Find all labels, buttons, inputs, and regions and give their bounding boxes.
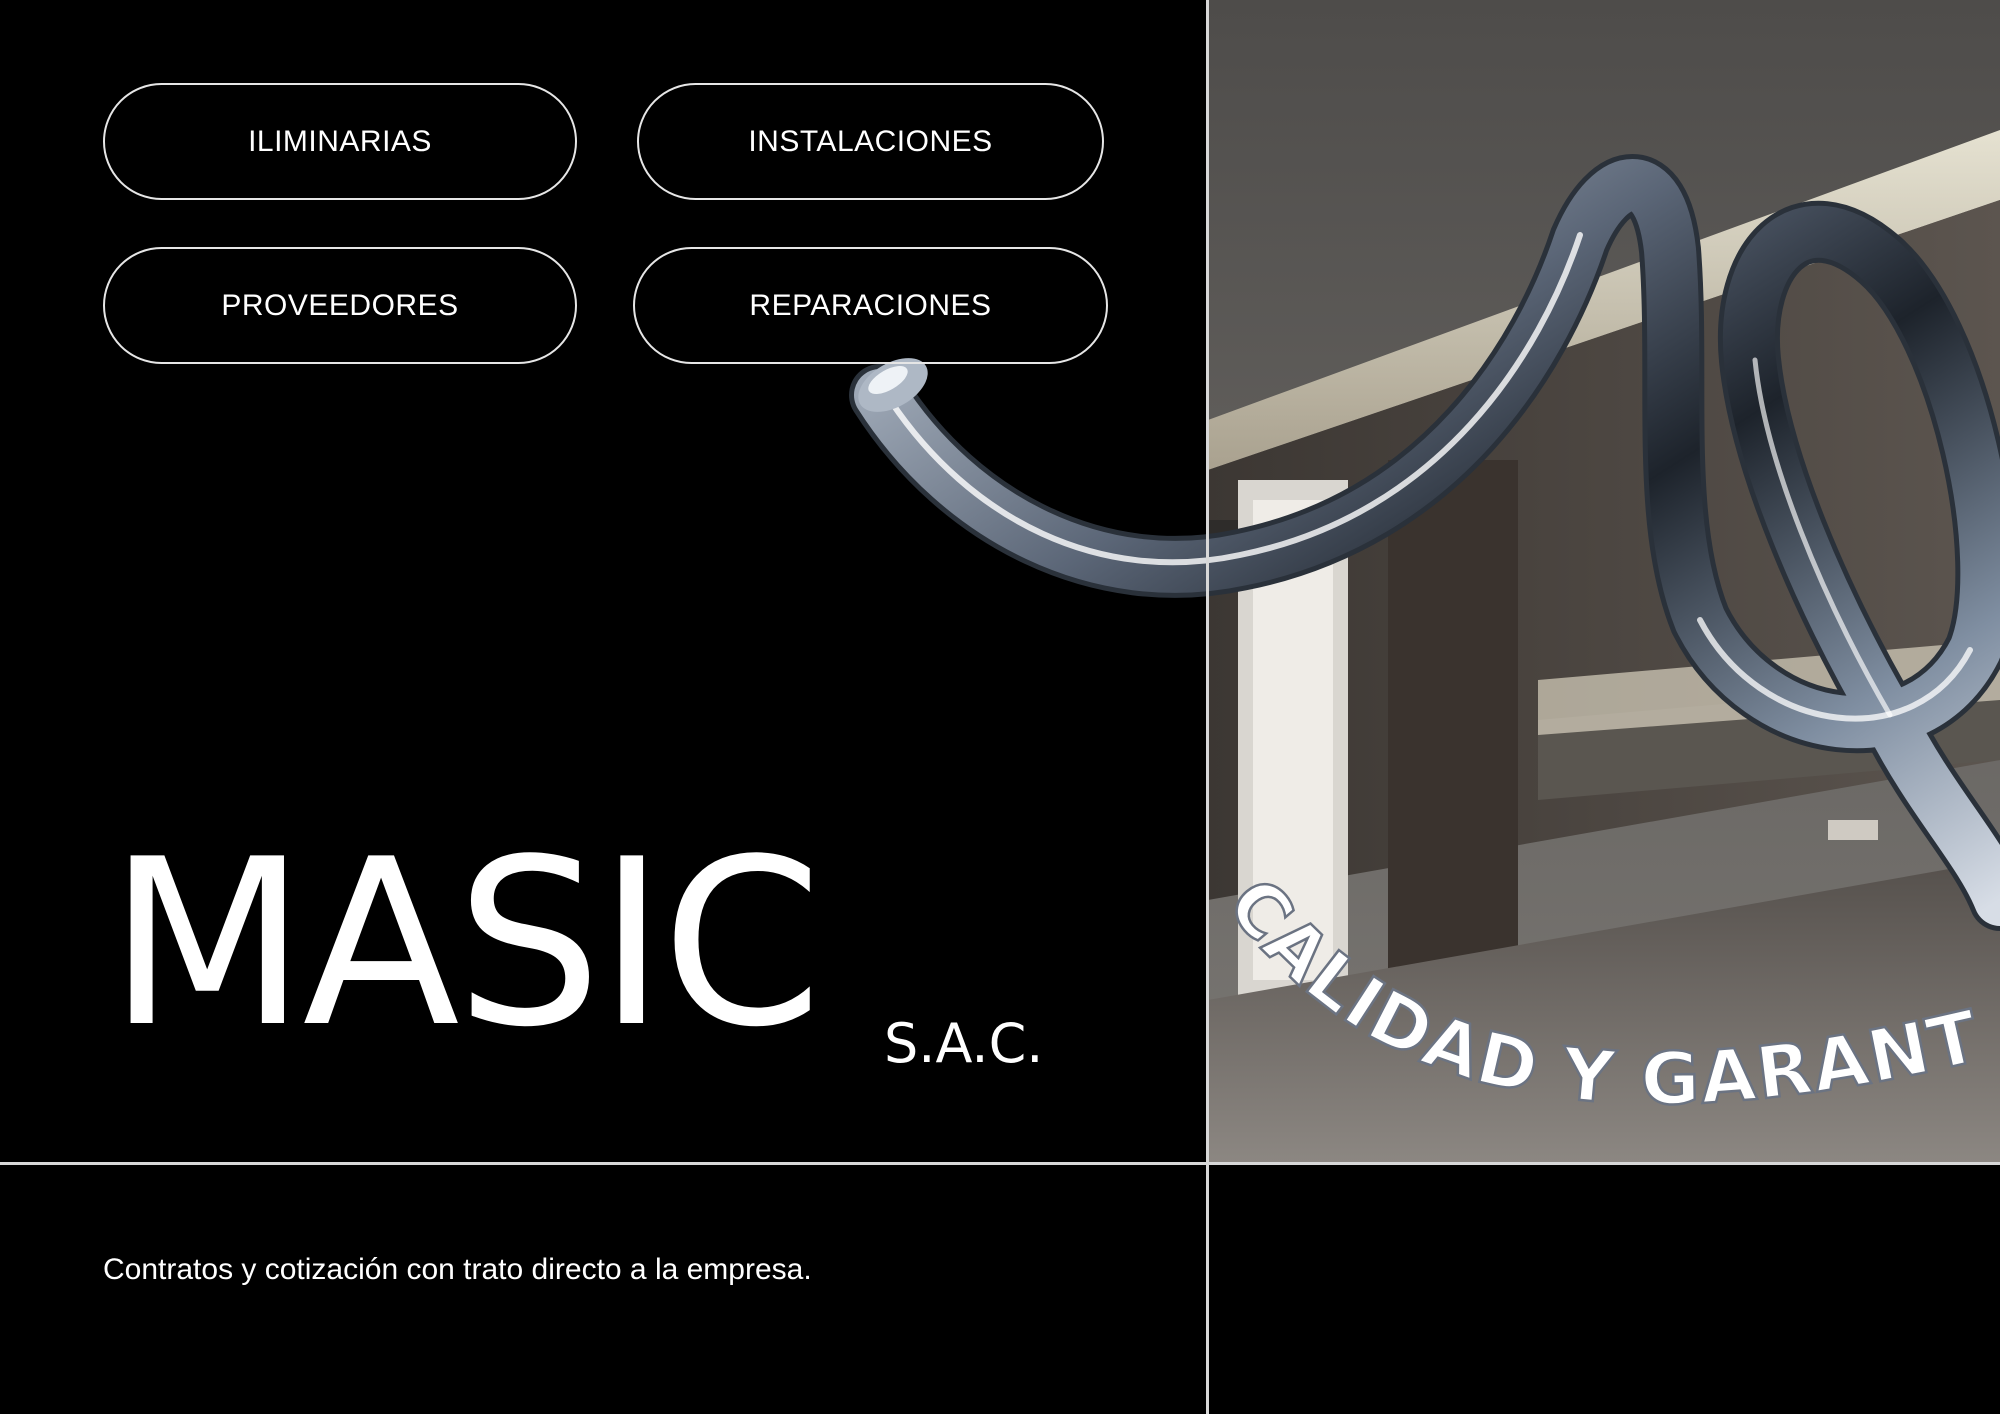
horizontal-divider [0, 1162, 2000, 1165]
hero-photo [1208, 0, 2000, 1163]
brand-suffix: S.A.C. [884, 1012, 1044, 1075]
brand-name: MASIC [108, 811, 822, 1078]
proveedores-button[interactable]: PROVEEDORES [103, 247, 577, 364]
iluminarias-button[interactable]: ILIMINARIAS [103, 83, 577, 200]
instalaciones-button[interactable]: INSTALACIONES [637, 83, 1104, 200]
tagline: Contratos y cotización con trato directo… [103, 1253, 812, 1286]
reparaciones-button[interactable]: REPARACIONES [633, 247, 1108, 364]
vertical-divider [1206, 0, 1209, 1414]
interior-room-image [1208, 0, 2000, 1163]
